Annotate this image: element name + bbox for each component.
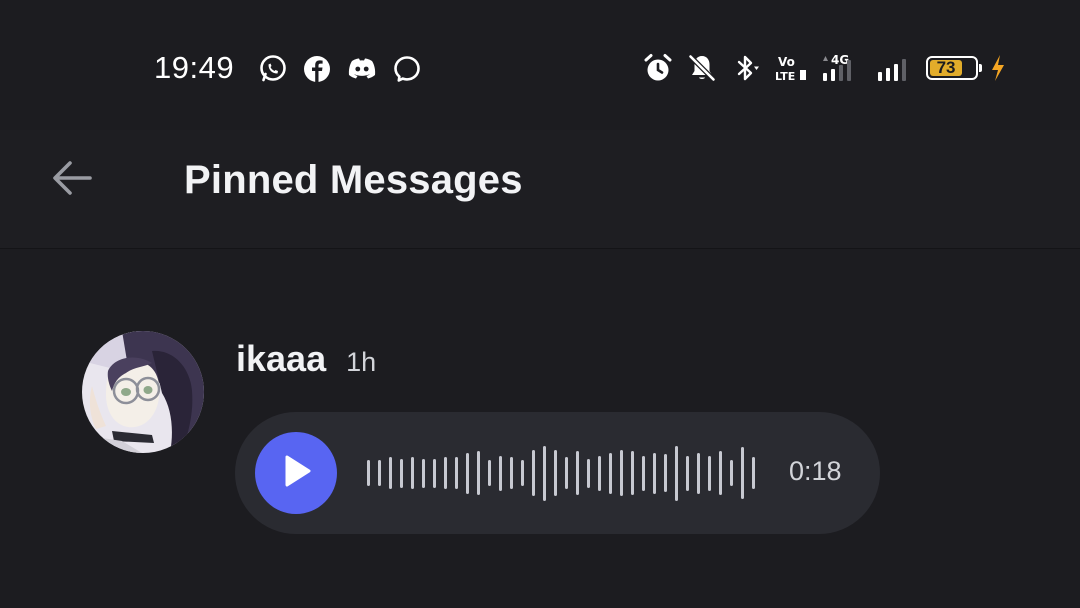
message-header: ikaaa 1h bbox=[236, 338, 376, 380]
notification-icons bbox=[258, 54, 422, 84]
waveform-bar bbox=[631, 451, 634, 495]
waveform-bar bbox=[477, 451, 480, 495]
arrow-left-icon bbox=[50, 158, 94, 203]
app-header: Pinned Messages bbox=[0, 130, 1080, 249]
waveform-bar bbox=[642, 455, 645, 491]
waveform-bar bbox=[433, 458, 436, 488]
waveform-bar bbox=[466, 452, 469, 494]
battery-level: 73 bbox=[930, 58, 963, 77]
volte-icon: Vo LTE bbox=[774, 52, 808, 84]
waveform-bar bbox=[565, 457, 568, 489]
back-button[interactable] bbox=[44, 154, 100, 206]
waveform-bar bbox=[675, 445, 678, 501]
waveform-bar bbox=[730, 460, 733, 486]
status-time: 19:49 bbox=[154, 50, 235, 85]
play-icon bbox=[279, 453, 313, 494]
pinned-message[interactable]: ikaaa 1h 0:18 bbox=[0, 250, 1080, 608]
page-title: Pinned Messages bbox=[184, 158, 523, 202]
discord-icon bbox=[346, 54, 378, 84]
waveform[interactable] bbox=[367, 412, 767, 534]
bell-muted-icon bbox=[686, 52, 718, 84]
waveform-bar bbox=[598, 455, 601, 491]
waveform-bar bbox=[554, 450, 557, 496]
voice-message: 0:18 bbox=[235, 412, 880, 534]
waveform-bar bbox=[719, 451, 722, 495]
avatar[interactable] bbox=[82, 331, 204, 453]
waveform-bar bbox=[686, 455, 689, 491]
waveform-bar bbox=[488, 460, 491, 486]
waveform-bar bbox=[422, 458, 425, 488]
waveform-bar bbox=[455, 457, 458, 489]
waveform-bar bbox=[609, 452, 612, 494]
waveform-bar bbox=[576, 451, 579, 495]
whatsapp-icon bbox=[258, 54, 288, 84]
waveform-bar bbox=[741, 447, 744, 499]
svg-text:Vo: Vo bbox=[778, 55, 795, 69]
waveform-bar bbox=[411, 457, 414, 489]
waveform-bar bbox=[708, 455, 711, 491]
waveform-bar bbox=[378, 460, 381, 486]
waveform-bar bbox=[444, 457, 447, 489]
system-icons: Vo LTE 4G 73 bbox=[642, 52, 1008, 84]
message-timestamp: 1h bbox=[346, 347, 377, 377]
waveform-bar bbox=[400, 458, 403, 488]
waveform-bar bbox=[752, 457, 755, 489]
waveform-bar bbox=[367, 460, 370, 486]
waveform-bar bbox=[543, 445, 546, 501]
waveform-bar bbox=[587, 458, 590, 488]
charging-icon bbox=[988, 52, 1008, 84]
battery-icon: 73 bbox=[926, 56, 982, 80]
waveform-bar bbox=[532, 450, 535, 496]
waveform-bar bbox=[620, 450, 623, 496]
waveform-bar bbox=[389, 457, 392, 489]
svg-text:4G: 4G bbox=[831, 53, 849, 67]
waveform-bar bbox=[521, 460, 524, 486]
messenger-icon bbox=[392, 54, 422, 84]
play-button[interactable] bbox=[255, 432, 337, 514]
waveform-bar bbox=[664, 454, 667, 492]
status-bar: 19:49 Vo LTE 4G 73 bbox=[0, 0, 1080, 130]
waveform-bar bbox=[510, 457, 513, 489]
waveform-bar bbox=[499, 455, 502, 491]
waveform-bar bbox=[653, 452, 656, 494]
voice-duration: 0:18 bbox=[789, 456, 842, 486]
svg-text:LTE: LTE bbox=[775, 70, 795, 83]
alarm-icon bbox=[642, 52, 674, 84]
author-name[interactable]: ikaaa bbox=[236, 338, 326, 380]
waveform-bar bbox=[697, 452, 700, 494]
signal-4g-icon: 4G bbox=[820, 52, 864, 84]
bluetooth-icon bbox=[730, 52, 762, 84]
signal-icon bbox=[876, 52, 914, 84]
facebook-icon bbox=[302, 54, 332, 84]
